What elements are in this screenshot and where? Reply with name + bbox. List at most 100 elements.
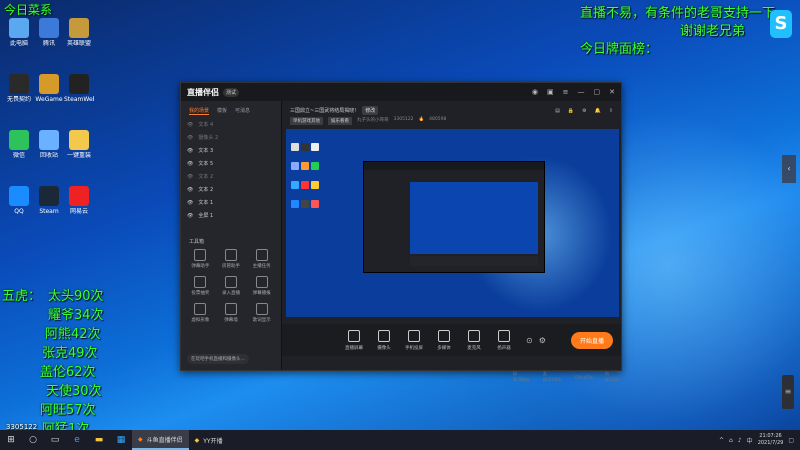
screen-icon[interactable]: ▣ — [547, 88, 554, 96]
gift-icon[interactable]: ▤ — [555, 108, 560, 114]
category-chip[interactable]: 单机游戏其他 — [290, 117, 323, 125]
source-label: 麦克风 — [467, 345, 481, 351]
layer-item[interactable]: 👁 文本 2 — [181, 170, 281, 183]
avatar-icon[interactable]: ◉ — [532, 88, 538, 96]
layer-item[interactable]: 👁 文本 3 — [181, 144, 281, 157]
source-button[interactable]: 直播屏幕 — [340, 329, 368, 351]
store-icon[interactable]: ▦ — [110, 435, 132, 445]
eye-icon[interactable]: 👁 — [187, 135, 193, 141]
search-icon[interactable]: ○ — [22, 435, 44, 445]
source-icon — [498, 329, 510, 342]
eye-icon[interactable]: 👁 — [187, 148, 193, 154]
eye-icon[interactable]: 👁 — [187, 200, 193, 206]
settings-gear-icon[interactable]: ⚙ — [539, 336, 546, 345]
desktop-icon[interactable]: 英雄联盟 — [64, 18, 94, 47]
source-button[interactable]: 摄像头 — [370, 329, 398, 351]
maximize-icon[interactable]: ▢ — [594, 88, 601, 96]
desktop-icon[interactable]: 网易云 — [64, 186, 94, 215]
tool-button[interactable]: 房管助手 — [216, 249, 247, 269]
desktop-icon[interactable]: 回收站 — [34, 130, 64, 159]
live-preview[interactable] — [286, 129, 619, 317]
ime-icon[interactable]: 中 — [747, 436, 753, 445]
file-explorer-icon[interactable]: ▬ — [88, 435, 110, 445]
network-icon[interactable]: ⌂ — [729, 437, 733, 444]
eye-icon[interactable]: 👁 — [187, 174, 193, 180]
desktop-icon-label: 网易云 — [69, 208, 88, 215]
tool-button[interactable]: 主播任务 — [246, 249, 277, 269]
desktop-icon[interactable]: SteamWeb — [64, 74, 94, 103]
tab-messages[interactable]: 可消息 — [235, 107, 250, 115]
room-owner: 丸子头的小哥哥 — [357, 118, 389, 123]
tool-icon — [194, 249, 207, 261]
desktop-icon[interactable]: 此电脑 — [4, 18, 34, 47]
tray-chevron-icon[interactable]: ^ — [719, 437, 724, 444]
edge-icon[interactable]: e — [66, 435, 88, 445]
tab-template[interactable]: 模板 — [217, 107, 227, 115]
share-icon[interactable]: ⇪ — [609, 108, 613, 114]
scroll-handle[interactable]: ≡ — [782, 375, 794, 409]
hot-value: 480598 — [429, 117, 447, 122]
windows-start-icon[interactable]: ⊞ — [0, 435, 22, 445]
desktop-icon[interactable]: QQ — [4, 186, 34, 215]
bell-icon[interactable]: 🔔 — [595, 108, 601, 114]
eye-icon[interactable]: 👁 — [187, 161, 193, 167]
toolbox-grid: 弹幕助手 房管助手 主播任务投票抽奖 录入直播 弹幕播报虚拟形象 弹幕墙 歌词显示 — [181, 249, 281, 323]
subcategory-chip[interactable]: 娱乐看看 — [328, 117, 352, 125]
edit-title-button[interactable]: 修改 — [362, 106, 379, 115]
volume-icon[interactable]: ♪ — [738, 437, 742, 444]
eye-icon[interactable]: 👁 — [187, 213, 193, 219]
source-button[interactable]: 手机投屏 — [400, 329, 428, 351]
source-button[interactable]: 多媒体 — [430, 329, 458, 351]
tool-button[interactable]: 歌词显示 — [246, 303, 277, 323]
lock-icon[interactable]: 🔒 — [568, 108, 574, 114]
layer-item[interactable]: 👁 摄像头 2 — [181, 131, 281, 144]
tool-button[interactable]: 投票抽奖 — [185, 276, 216, 296]
source-label: 直播屏幕 — [345, 345, 363, 351]
desktop-icon[interactable]: Steam — [34, 186, 64, 215]
source-button[interactable]: 扬声器 — [490, 329, 518, 351]
tool-icon — [255, 276, 268, 288]
clock[interactable]: 21:07:26 2021/7/29 — [758, 433, 784, 447]
stream-title: 三国鼎立~三国武将结局揭晓! — [290, 108, 357, 114]
layer-item[interactable]: 👁 文本 4 — [181, 118, 281, 131]
tool-button[interactable]: 虚拟形象 — [185, 303, 216, 323]
settings-icon[interactable]: ⚙ — [582, 108, 586, 114]
layer-item[interactable]: 👁 文本 2 — [181, 183, 281, 196]
menu-icon[interactable]: ≡ — [563, 88, 569, 96]
desktop-icon[interactable]: 一键重装 — [64, 130, 94, 159]
tool-button[interactable]: 录入直播 — [216, 276, 247, 296]
taskbar-app[interactable]: ◆ 斗鱼直播伴侣 — [132, 430, 189, 450]
tool-icon — [194, 303, 207, 315]
wuhu-entry: 阿旺57次 — [40, 403, 96, 418]
layer-item[interactable]: 👁 全屏 1 — [181, 209, 281, 222]
start-live-button[interactable]: 开始直播 — [570, 331, 613, 349]
notification-icon[interactable]: ▢ — [788, 437, 794, 444]
tool-button[interactable]: 弹幕墙 — [216, 303, 247, 323]
desktop-icon[interactable]: WeGame — [34, 74, 64, 103]
taskbar-app[interactable]: ◆ YY开播 — [189, 430, 229, 450]
layer-item[interactable]: 👁 文本 1 — [181, 196, 281, 209]
system-tray: ^ ⌂ ♪ 中 21:07:26 2021/7/29 ▢ — [719, 433, 800, 447]
layer-name: 文本 5 — [198, 161, 214, 167]
task-view-icon[interactable]: ▭ — [44, 435, 66, 445]
desktop-icon[interactable]: 腾讯 — [34, 18, 64, 47]
status-bar: 码率:0kb/s 丢帧:0.00% CPU:47% 内存:53% — [383, 371, 621, 383]
desktop-icon[interactable]: 无畏契约 — [4, 74, 34, 103]
scene-tabs: 我的场景 模板 可消息 — [181, 101, 281, 118]
tool-button[interactable]: 弹幕助手 — [185, 249, 216, 269]
desktop-icon-label: 腾讯 — [42, 40, 55, 47]
eye-icon[interactable]: 👁 — [187, 122, 193, 128]
source-button[interactable]: 麦克风 — [460, 329, 488, 351]
tool-button[interactable]: 弹幕播报 — [246, 276, 277, 296]
tab-my-scene[interactable]: 我的场景 — [189, 107, 210, 115]
mobile-tip[interactable]: 在玩吧手机直播和摄像头... — [187, 354, 249, 364]
tool-icon — [224, 276, 237, 288]
side-collapse-arrow[interactable]: ‹ — [782, 155, 796, 183]
close-icon[interactable]: ✕ — [609, 88, 615, 96]
minimize-icon[interactable]: — — [578, 88, 585, 96]
overlay-ranking-title: 今日牌面榜： — [580, 42, 659, 57]
eye-icon[interactable]: 👁 — [187, 187, 193, 193]
camera-toggle-icon[interactable]: ⊙ — [526, 336, 533, 345]
desktop-icon[interactable]: 微信 — [4, 130, 34, 159]
layer-item[interactable]: 👁 文本 5 — [181, 157, 281, 170]
